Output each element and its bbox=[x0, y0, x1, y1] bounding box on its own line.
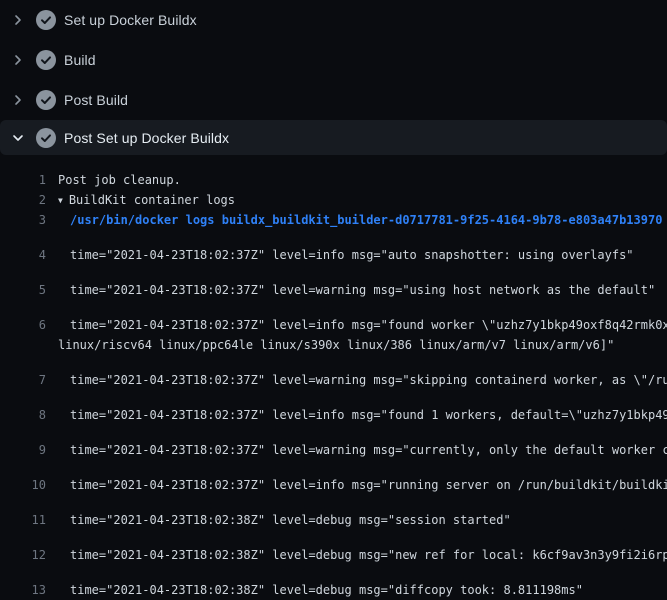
log-text: time="2021-04-23T18:02:38Z" level=debug … bbox=[70, 545, 667, 565]
log-text: time="2021-04-23T18:02:37Z" level=warnin… bbox=[70, 280, 655, 300]
log-text: time="2021-04-23T18:02:37Z" level=info m… bbox=[70, 315, 667, 335]
steps-list: Set up Docker Buildx Build Post Build Post … bbox=[0, 0, 667, 155]
line-number[interactable]: 4 bbox=[0, 245, 46, 265]
log-row: 9 time="2021-04-23T18:02:37Z" level=warni… bbox=[0, 440, 667, 460]
line-number[interactable]: 11 bbox=[0, 510, 46, 530]
step-row-post-build[interactable]: Post Build bbox=[0, 80, 667, 120]
log-row: 6 time="2021-04-23T18:02:37Z" level=info … bbox=[0, 315, 667, 335]
check-circle-icon bbox=[36, 50, 56, 70]
triangle-down-icon: ▼ bbox=[58, 191, 63, 210]
chevron-right-icon bbox=[10, 12, 26, 28]
line-number[interactable]: 9 bbox=[0, 440, 46, 460]
line-number[interactable]: 10 bbox=[0, 475, 46, 495]
log-text: Post job cleanup. bbox=[58, 170, 181, 190]
log-text: linux/riscv64 linux/ppc64le linux/s390x … bbox=[58, 335, 614, 355]
line-number[interactable]: 3 bbox=[0, 210, 46, 230]
actions-log-viewer: Set up Docker Buildx Build Post Build Post … bbox=[0, 0, 667, 600]
log-text: time="2021-04-23T18:02:37Z" level=warnin… bbox=[70, 440, 667, 460]
log-text: time="2021-04-23T18:02:37Z" level=info m… bbox=[70, 475, 667, 495]
check-circle-icon bbox=[36, 90, 56, 110]
log-row: 4 time="2021-04-23T18:02:37Z" level=info … bbox=[0, 245, 667, 265]
step-title: Post Set up Docker Buildx bbox=[64, 130, 229, 146]
chevron-down-icon bbox=[10, 130, 26, 146]
log-group-label: BuildKit container logs bbox=[69, 193, 235, 207]
log-row: 7 time="2021-04-23T18:02:37Z" level=warni… bbox=[0, 370, 667, 390]
log-row: 11 time="2021-04-23T18:02:38Z" level=debu… bbox=[0, 510, 667, 530]
line-number[interactable]: 7 bbox=[0, 370, 46, 390]
chevron-right-icon bbox=[10, 52, 26, 68]
line-number[interactable]: 12 bbox=[0, 545, 46, 565]
line-number[interactable]: 8 bbox=[0, 405, 46, 425]
line-number[interactable]: 5 bbox=[0, 280, 46, 300]
line-number[interactable]: 1 bbox=[0, 170, 46, 190]
log-row: linux/riscv64 linux/ppc64le linux/s390x … bbox=[0, 335, 667, 355]
log-row: 10 time="2021-04-23T18:02:37Z" level=info… bbox=[0, 475, 667, 495]
log-row: 3/usr/bin/docker logs buildx_buildkit_bu… bbox=[0, 210, 667, 230]
log-text: time="2021-04-23T18:02:37Z" level=info m… bbox=[70, 405, 667, 425]
log-output: 1 Post job cleanup. 2 ▼ BuildKit container l… bbox=[0, 170, 667, 600]
log-text: time="2021-04-23T18:02:38Z" level=debug … bbox=[70, 580, 583, 600]
log-text: time="2021-04-23T18:02:38Z" level=debug … bbox=[70, 510, 511, 530]
check-circle-icon bbox=[36, 128, 56, 148]
line-number bbox=[0, 335, 46, 355]
log-command-text: /usr/bin/docker logs buildx_buildkit_bui… bbox=[70, 210, 662, 230]
step-row-post-set-up-docker-buildx[interactable]: Post Set up Docker Buildx bbox=[0, 120, 667, 155]
log-row: 12 time="2021-04-23T18:02:38Z" level=debu… bbox=[0, 545, 667, 565]
log-row: 1 Post job cleanup. bbox=[0, 170, 667, 190]
step-row-build[interactable]: Build bbox=[0, 40, 667, 80]
log-text: time="2021-04-23T18:02:37Z" level=warnin… bbox=[70, 370, 667, 390]
line-number[interactable]: 13 bbox=[0, 580, 46, 600]
step-title: Set up Docker Buildx bbox=[64, 12, 197, 28]
log-text: time="2021-04-23T18:02:37Z" level=info m… bbox=[70, 245, 634, 265]
log-row: 2 ▼ BuildKit container logs bbox=[0, 190, 667, 210]
line-number[interactable]: 2 bbox=[0, 190, 46, 210]
log-row: 13 time="2021-04-23T18:02:38Z" level=debu… bbox=[0, 580, 667, 600]
log-row: 5 time="2021-04-23T18:02:37Z" level=warni… bbox=[0, 280, 667, 300]
line-number[interactable]: 6 bbox=[0, 315, 46, 335]
step-row-set-up-docker-buildx[interactable]: Set up Docker Buildx bbox=[0, 0, 667, 40]
chevron-right-icon bbox=[10, 92, 26, 108]
step-title: Build bbox=[64, 52, 96, 68]
log-group-toggle[interactable]: ▼ BuildKit container logs bbox=[58, 190, 235, 210]
log-row: 8 time="2021-04-23T18:02:37Z" level=info … bbox=[0, 405, 667, 425]
check-circle-icon bbox=[36, 10, 56, 30]
step-title: Post Build bbox=[64, 92, 128, 108]
